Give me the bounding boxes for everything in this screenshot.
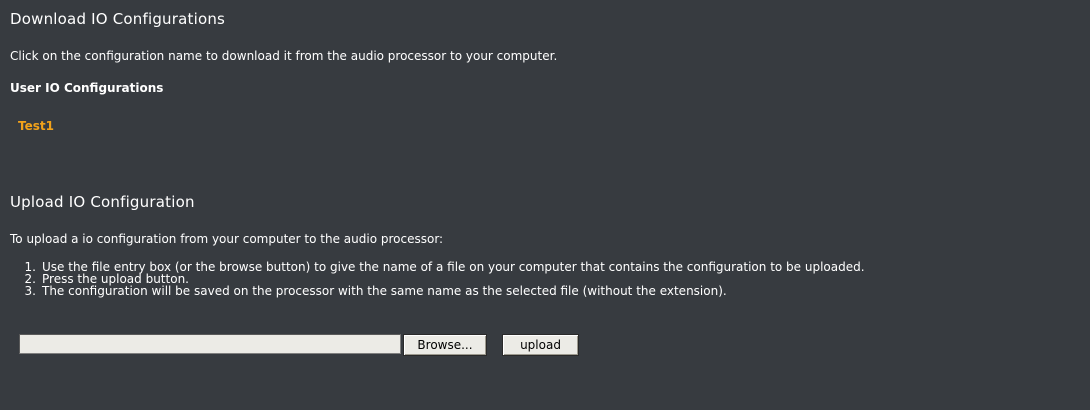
browse-button[interactable]: Browse...	[403, 334, 487, 356]
io-config-page: Download IO Configurations Click on the …	[0, 0, 1090, 410]
step-text: The configuration will be saved on the p…	[42, 284, 727, 298]
upload-intro: To upload a io configuration from your c…	[10, 232, 444, 246]
step-number: 3.	[24, 284, 36, 298]
file-path-input[interactable]	[19, 334, 401, 354]
user-configs-heading: User IO Configurations	[10, 81, 164, 95]
download-description: Click on the configuration name to downl…	[10, 49, 558, 63]
upload-step: 3. The configuration will be saved on the…	[10, 285, 865, 297]
config-link-test1[interactable]: Test1	[18, 119, 54, 133]
upload-section-title: Upload IO Configuration	[10, 193, 195, 211]
upload-steps-list: 1. Use the file entry box (or the browse …	[10, 261, 865, 297]
download-section-title: Download IO Configurations	[10, 10, 226, 28]
upload-button[interactable]: upload	[502, 334, 579, 356]
